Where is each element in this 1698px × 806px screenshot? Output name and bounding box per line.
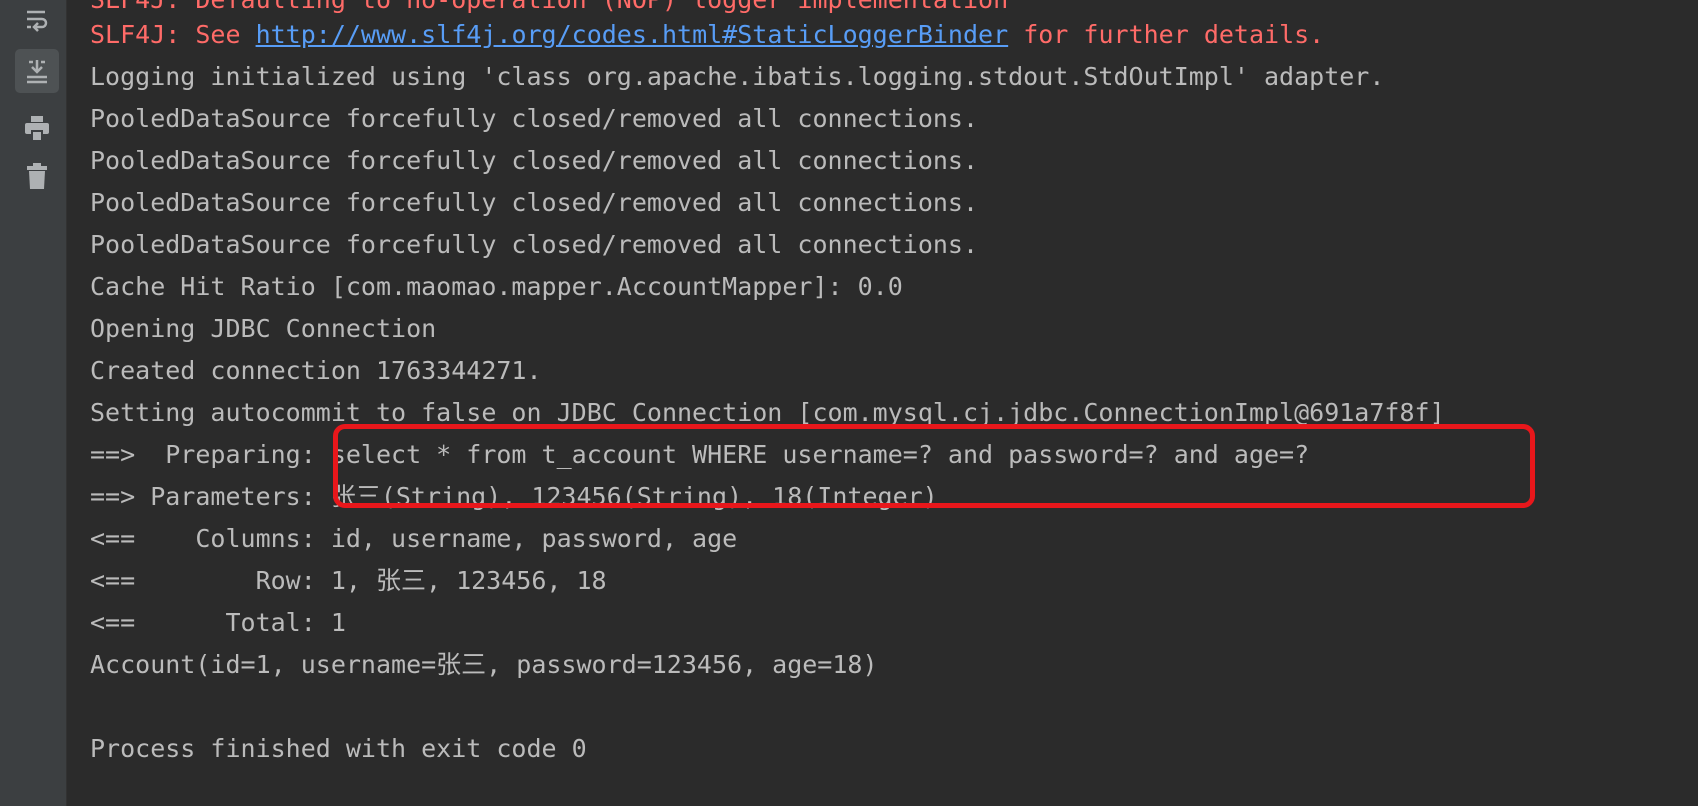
console-line: PooledDataSource forcefully closed/remov… [90, 188, 979, 217]
console-line: Opening JDBC Connection [90, 314, 437, 343]
print-button[interactable] [15, 106, 59, 150]
console-line: Created connection 1763344271. [90, 356, 542, 385]
console-line: <== Row: 1, 张三, 123456, 18 [90, 566, 607, 595]
window-edge [0, 0, 8, 806]
soft-wrap-button[interactable] [15, 0, 59, 44]
console-output[interactable]: SLF4J: Defaulting to no-operation (NOP) … [67, 0, 1698, 806]
console-toolbar [8, 0, 67, 806]
process-exit-line: Process finished with exit code 0 [90, 734, 587, 763]
console-line: Account(id=1, username=张三, password=1234… [90, 650, 878, 679]
soft-wrap-icon [23, 8, 51, 36]
console-text: SLF4J: See [90, 20, 256, 49]
console-line: <== Columns: id, username, password, age [90, 524, 738, 553]
print-icon [23, 114, 51, 142]
console-line: PooledDataSource forcefully closed/remov… [90, 146, 979, 175]
slf4j-link[interactable]: http://www.slf4j.org/codes.html#StaticLo… [256, 20, 1009, 49]
run-console-window: SLF4J: Defaulting to no-operation (NOP) … [0, 0, 1698, 806]
clear-all-button[interactable] [15, 154, 59, 198]
console-line: <== Total: 1 [90, 608, 346, 637]
scroll-to-end-icon [23, 57, 51, 85]
highlight-box [333, 424, 1535, 508]
console-line: PooledDataSource forcefully closed/remov… [90, 104, 979, 133]
console-line: PooledDataSource forcefully closed/remov… [90, 230, 979, 259]
console-line: Cache Hit Ratio [com.maomao.mapper.Accou… [90, 272, 903, 301]
console-line: Logging initialized using 'class org.apa… [90, 62, 1385, 91]
console-line: SLF4J: See http://www.slf4j.org/codes.ht… [90, 14, 1324, 56]
trash-icon [23, 162, 51, 190]
console-text: for further details. [1008, 20, 1325, 49]
scroll-to-end-button[interactable] [15, 49, 59, 93]
